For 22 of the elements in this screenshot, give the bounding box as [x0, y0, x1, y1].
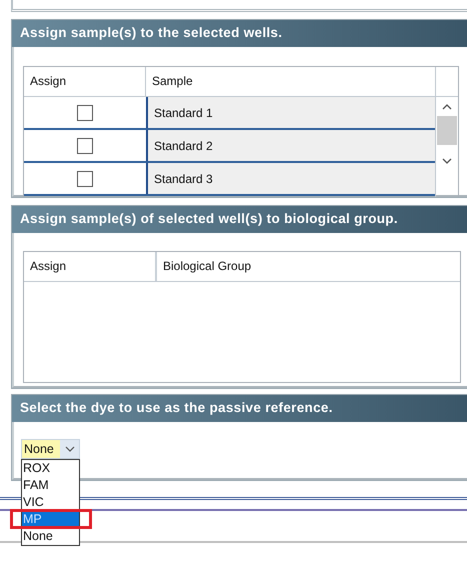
dropdown-option[interactable]: ROX	[22, 460, 79, 477]
dropdown-option[interactable]: VIC	[22, 494, 79, 511]
scrollbar-thumb[interactable]	[437, 116, 457, 145]
checkbox[interactable]	[77, 104, 93, 120]
dropdown-option[interactable]: None	[22, 528, 79, 545]
column-header[interactable]: Biological Group	[157, 252, 460, 281]
chevron-down-icon	[64, 446, 74, 452]
table-cell: Standard 2	[146, 130, 435, 161]
column-header[interactable]: Assign	[24, 252, 157, 281]
dropdown-option[interactable]: FAM	[22, 477, 79, 494]
panel-title: Select the dye to use as the passive reference.	[12, 395, 467, 422]
table-cell: Standard 3	[146, 163, 435, 194]
panel-title: Assign sample(s) of selected well(s) to biological group.	[12, 206, 467, 233]
checkbox[interactable]	[77, 170, 93, 186]
column-header[interactable]: Assign	[24, 67, 146, 96]
table-cell: Standard 1	[146, 97, 435, 128]
scroll-up-icon[interactable]	[442, 104, 452, 110]
column-header[interactable]: Sample	[146, 67, 435, 96]
dropdown[interactable]: None	[21, 439, 80, 459]
scroll-down-icon[interactable]	[442, 158, 452, 164]
checkbox[interactable]	[77, 138, 93, 154]
panel-title: Assign sample(s) to the selected wells.	[12, 20, 467, 47]
